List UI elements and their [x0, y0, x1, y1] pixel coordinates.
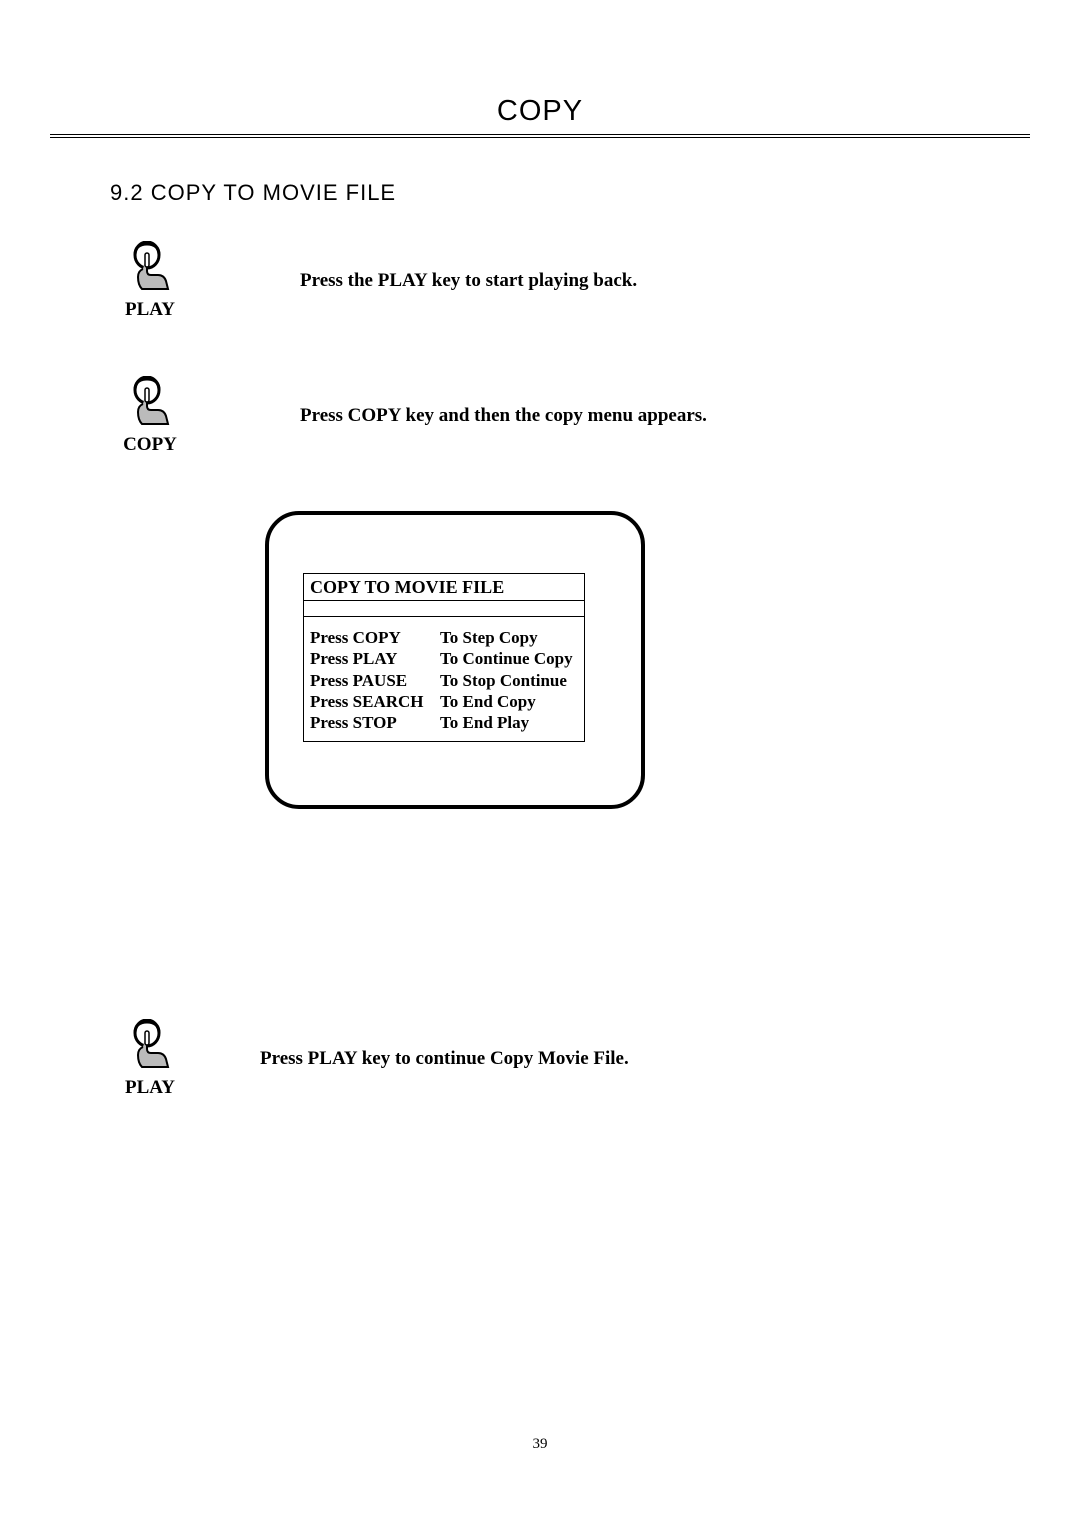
- copy-menu-row: Press SEARCH To End Copy: [310, 691, 578, 712]
- document-page: COPY 9.2 COPY TO MOVIE FILE PLAY Press t…: [0, 0, 1080, 1099]
- instruction-step-2: COPY Press COPY key and then the copy me…: [110, 376, 990, 456]
- instruction-step-3: PLAY Press PLAY key to continue Copy Mov…: [110, 1019, 990, 1099]
- copy-menu-gap: [304, 601, 584, 617]
- screen-menu-wrapper: COPY TO MOVIE FILE Press COPY To Step Co…: [265, 511, 990, 809]
- copy-menu-action: To Continue Copy: [440, 648, 573, 669]
- key-label: COPY: [110, 434, 190, 456]
- press-key-icon: [128, 376, 172, 428]
- page-number: 39: [0, 1436, 1080, 1453]
- instruction-step-1: PLAY Press the PLAY key to start playing…: [110, 241, 990, 321]
- key-label: PLAY: [110, 1077, 190, 1099]
- copy-menu-title: COPY TO MOVIE FILE: [304, 574, 584, 601]
- key-icon-block-play: PLAY: [110, 241, 190, 321]
- instruction-text: Press PLAY key to continue Copy Movie Fi…: [260, 1048, 629, 1070]
- copy-menu-action: To End Play: [440, 712, 529, 733]
- copy-menu-row: Press STOP To End Play: [310, 712, 578, 733]
- copy-menu-key: Press PLAY: [310, 648, 440, 669]
- section-heading: 9.2 COPY TO MOVIE FILE: [110, 180, 990, 206]
- copy-menu-action: To Stop Continue: [440, 670, 567, 691]
- key-label: PLAY: [110, 299, 190, 321]
- copy-menu-row: Press COPY To Step Copy: [310, 627, 578, 648]
- press-key-icon: [128, 241, 172, 293]
- copy-menu-row: Press PLAY To Continue Copy: [310, 648, 578, 669]
- screen-menu-box: COPY TO MOVIE FILE Press COPY To Step Co…: [265, 511, 645, 809]
- copy-menu-key: Press STOP: [310, 712, 440, 733]
- copy-menu-key: Press COPY: [310, 627, 440, 648]
- copy-menu-table: COPY TO MOVIE FILE Press COPY To Step Co…: [303, 573, 585, 742]
- copy-menu-action: To Step Copy: [440, 627, 538, 648]
- page-header-title: COPY: [50, 95, 1030, 128]
- instruction-text: Press COPY key and then the copy menu ap…: [300, 405, 707, 427]
- copy-menu-key: Press PAUSE: [310, 670, 440, 691]
- key-icon-block-play-2: PLAY: [110, 1019, 190, 1099]
- copy-menu-row: Press PAUSE To Stop Continue: [310, 670, 578, 691]
- key-icon-block-copy: COPY: [110, 376, 190, 456]
- instruction-text: Press the PLAY key to start playing back…: [300, 270, 637, 292]
- copy-menu-body: Press COPY To Step Copy Press PLAY To Co…: [304, 617, 584, 741]
- copy-menu-key: Press SEARCH: [310, 691, 440, 712]
- copy-menu-action: To End Copy: [440, 691, 536, 712]
- press-key-icon: [128, 1019, 172, 1071]
- content-area: 9.2 COPY TO MOVIE FILE PLAY Press the PL…: [50, 140, 1030, 1099]
